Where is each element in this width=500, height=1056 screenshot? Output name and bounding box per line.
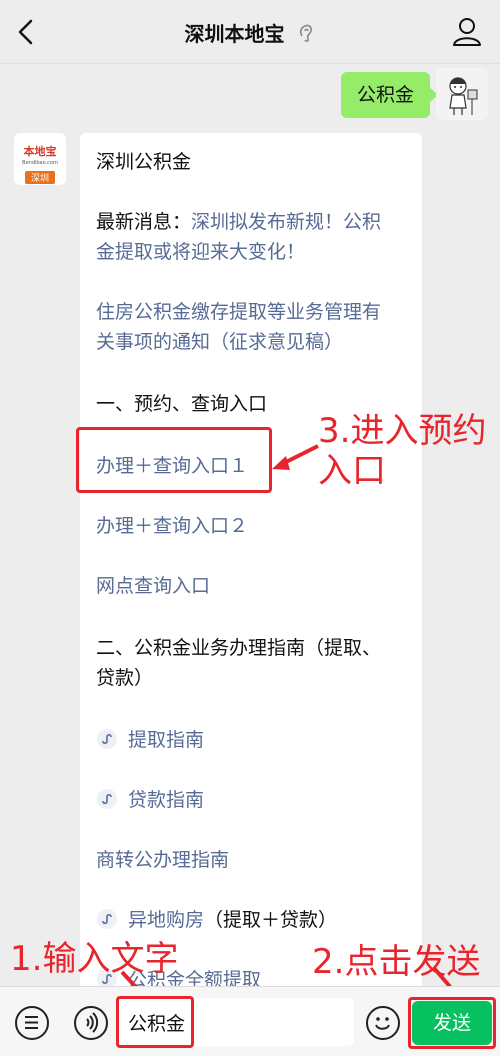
user-message-bubble[interactable]: 公积金 bbox=[340, 72, 439, 118]
news-line-1: 最新消息：深圳拟发布新规！公积 bbox=[96, 207, 381, 237]
profile-icon[interactable] bbox=[452, 16, 482, 48]
notice-link-line2[interactable]: 关事项的通知（征求意见稿） bbox=[96, 327, 343, 357]
step3-annotation-line2: 入口 bbox=[318, 451, 386, 491]
send-highlight-box bbox=[408, 997, 496, 1049]
guide-loan-link[interactable]: 贷款指南 bbox=[96, 785, 204, 815]
guide-transfer-link[interactable]: 商转公办理指南 bbox=[96, 845, 229, 875]
section-guide-line1: 二、公积金业务办理指南（提取、 bbox=[96, 637, 382, 659]
mini-program-icon bbox=[97, 789, 117, 809]
guide-loan-label: 贷款指南 bbox=[128, 789, 205, 811]
voice-input-button[interactable] bbox=[74, 1006, 108, 1040]
step3-annotation-line1: 3.进入预约 bbox=[318, 411, 487, 451]
chat-title: 深圳本地宝 bbox=[184, 22, 285, 46]
bot-message-bubble: 深圳公积金 最新消息：深圳拟发布新规！公积 金提取或将迎来大变化！ 住房公积金缴… bbox=[80, 133, 422, 1013]
news-link-part1[interactable]: 深圳拟发布新规！公积 bbox=[191, 211, 381, 233]
guide-withdraw-link[interactable]: 提取指南 bbox=[96, 725, 204, 755]
menu-list-icon bbox=[25, 1016, 38, 1029]
bot-heading: 深圳公积金 bbox=[96, 151, 192, 173]
entry-link-2[interactable]: 办理＋查询入口２ bbox=[96, 511, 248, 541]
logo-brand-text: 本地宝 bbox=[23, 145, 57, 158]
guide-offsite-row[interactable]: 异地购房（提取＋贷款） bbox=[96, 905, 337, 935]
logo-city-tag: 深圳 bbox=[24, 171, 55, 184]
news-link-part2[interactable]: 金提取或将迎来大变化！ bbox=[96, 237, 305, 267]
user-avatar[interactable] bbox=[436, 68, 488, 120]
entry-highlight-box bbox=[76, 427, 272, 493]
mini-program-icon bbox=[97, 909, 117, 929]
mini-program-icon bbox=[97, 729, 117, 749]
section-guide-line2: 贷款） bbox=[96, 667, 154, 689]
step3-arrow-icon bbox=[272, 444, 319, 470]
voice-wave-icon bbox=[86, 1012, 99, 1033]
guide-offsite-link[interactable]: 异地购房 bbox=[128, 909, 204, 931]
branch-query-link[interactable]: 网点查询入口 bbox=[96, 571, 210, 601]
chat-input-bar: 发送 bbox=[0, 986, 500, 1056]
cartoon-avatar-icon bbox=[436, 68, 488, 120]
guide-withdraw-label: 提取指南 bbox=[128, 729, 205, 751]
input-highlight-box bbox=[116, 996, 194, 1048]
section-booking-heading: 一、预约、查询入口 bbox=[96, 393, 268, 415]
menu-toggle-button[interactable] bbox=[15, 1006, 49, 1040]
logo-domain-text: Bendibao.com bbox=[22, 160, 58, 166]
smiley-icon bbox=[375, 1017, 390, 1030]
bot-avatar[interactable]: 本地宝 Bendibao.com 深圳 bbox=[14, 133, 66, 185]
top-bar: 深圳本地宝 bbox=[0, 0, 500, 64]
guide-offsite-suffix: （提取＋贷款） bbox=[204, 909, 338, 931]
chat-title-wrap: 深圳本地宝 bbox=[0, 18, 500, 47]
news-label: 最新消息： bbox=[96, 211, 192, 233]
notice-link-line1[interactable]: 住房公积金缴存提取等业务管理有 bbox=[96, 297, 381, 327]
emoji-button[interactable] bbox=[366, 1006, 400, 1040]
mute-ear-icon bbox=[300, 24, 313, 42]
